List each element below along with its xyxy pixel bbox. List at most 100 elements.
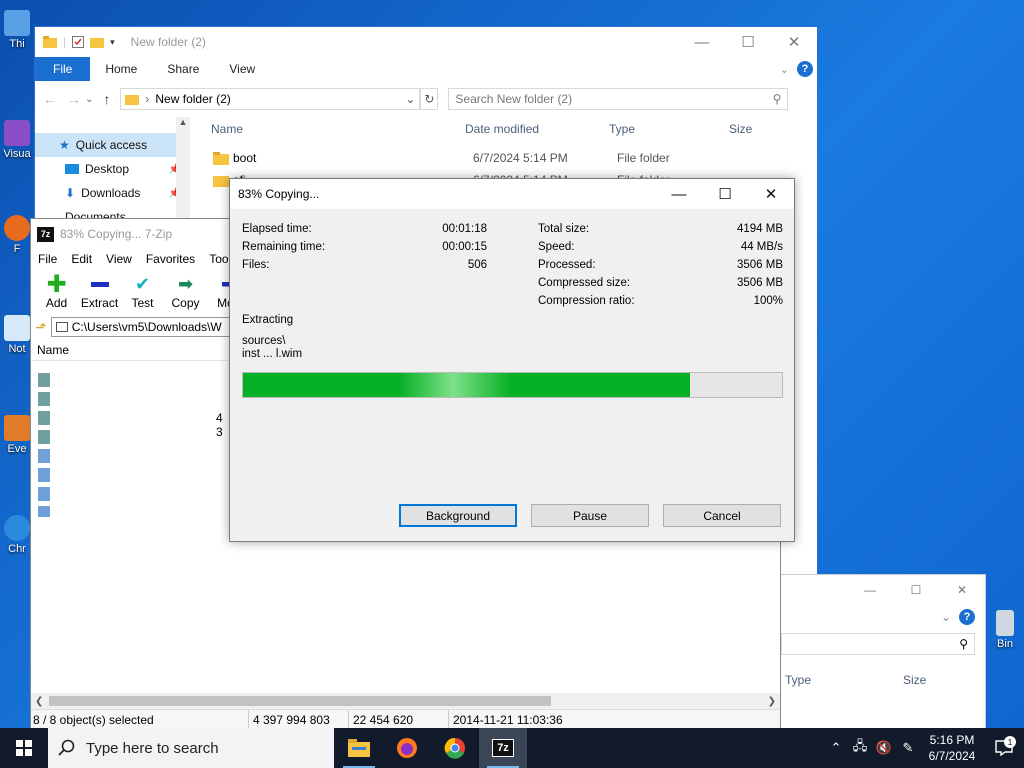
explorer2-search[interactable]: ⚲ [779,629,985,659]
desktop-icon-recycle-bin[interactable]: Bin [988,610,1022,650]
tab-view[interactable]: View [214,57,270,81]
file-icon[interactable] [38,411,50,425]
copy-button[interactable]: ➡ Copy [164,269,207,311]
quick-access-dropdown-icon[interactable]: ▾ [110,37,115,48]
notification-center-button[interactable]: 1 [984,736,1024,756]
address-bar[interactable]: › New folder (2) ⌄ [120,88,421,110]
desktop-icon-visual-studio[interactable]: Visua [0,120,34,160]
file-icon[interactable] [38,468,50,482]
close-icon[interactable]: ✕ [748,179,794,209]
address-row: ← → ⌄ ↑ › New folder (2) ⌄ ↻ Search New … [35,81,817,117]
close-icon[interactable]: ✕ [771,27,817,57]
test-button[interactable]: ✔ Test [121,269,164,311]
desktop-icon-chrome[interactable]: Chr [0,515,34,555]
desktop-icon-firefox[interactable]: F [0,215,34,255]
column-name[interactable]: Name [37,343,69,357]
background-button[interactable]: Background [399,504,517,527]
taskbar-file-explorer[interactable] [335,728,383,768]
desktop-icon-notepad[interactable]: Not [0,315,34,355]
search-icon: ⚲ [959,637,968,651]
folder-up-icon[interactable]: ⬏ [35,319,47,336]
maximize-icon[interactable]: ☐ [702,179,748,209]
menu-edit[interactable]: Edit [64,252,99,266]
minimize-icon[interactable]: — [656,179,702,209]
column-size[interactable]: Size [903,673,926,687]
volume-muted-icon[interactable]: 🔇 [872,740,896,756]
tab-file[interactable]: File [35,57,91,81]
nav-downloads[interactable]: ⬇ Downloads 📌 [35,181,189,205]
clock[interactable]: 5:16 PM 6/7/2024 [920,732,984,764]
path-input[interactable]: C:\Users\vm5\Downloads\W [50,317,241,337]
total-size-value: 4194 MB [736,223,783,235]
column-size[interactable]: Size [729,122,752,136]
pen-icon[interactable]: ✎ [896,740,920,756]
help-icon[interactable]: ? [797,61,813,77]
plus-icon: ✚ [46,270,67,298]
properties-icon[interactable] [72,36,85,48]
desktop-icon-this-pc[interactable]: Thi [0,10,34,50]
explorer-titlebar[interactable]: | ▾ New folder (2) — ☐ ✕ [35,27,817,57]
explorer2-titlebar[interactable]: — ☐ ✕ [779,575,985,605]
expand-ribbon-icon[interactable]: ⌄ [780,63,789,76]
refresh-icon[interactable]: ↻ [420,88,439,110]
dialog-titlebar[interactable]: 83% Copying... — ☐ ✕ [230,179,794,209]
minimize-icon[interactable]: — [847,575,893,605]
tab-share[interactable]: Share [152,57,214,81]
file-icon[interactable] [38,449,50,463]
scroll-left-icon[interactable]: ❮ [35,696,43,707]
forward-icon[interactable]: → [67,91,81,107]
close-icon[interactable]: ✕ [939,575,985,605]
file-icon[interactable] [38,392,50,406]
separator: | [63,35,67,49]
taskbar-firefox[interactable] [383,728,431,768]
nav-quick-access[interactable]: ★ Quick access [35,133,189,157]
horizontal-scrollbar[interactable]: ❮ ❯ [31,693,780,709]
dialog-title: 83% Copying... [238,187,320,201]
menu-favorites[interactable]: Favorites [139,252,202,266]
help-icon[interactable]: ? [959,609,975,625]
scroll-right-icon[interactable]: ❯ [768,696,776,707]
file-icon[interactable] [38,506,50,517]
elapsed-time-value: 00:01:18 [442,223,487,235]
nav-desktop[interactable]: Desktop 📌 [35,157,189,181]
taskbar-search-input[interactable]: Type here to search [48,728,334,768]
file-list-header: Name Date modified Type Size [205,117,817,141]
menu-file[interactable]: File [31,252,64,266]
search-input[interactable]: Search New folder (2) ⚲ [448,88,789,110]
column-type[interactable]: Type [779,673,903,687]
column-name[interactable]: Name [205,122,465,136]
minimize-icon[interactable]: — [679,27,725,57]
chevron-up-icon[interactable]: ⌃ [824,740,848,756]
start-button[interactable] [0,728,48,768]
cancel-button[interactable]: Cancel [663,504,781,527]
file-row[interactable]: boot 6/7/2024 5:14 PM File folder [213,147,817,169]
explorer-window-2: — ☐ ✕ ⌄ ? ⚲ Type Size [778,574,986,728]
maximize-icon[interactable]: ☐ [893,575,939,605]
extract-button[interactable]: Extract [78,269,121,310]
desktop-icon-everything[interactable]: Eve [0,415,34,455]
system-tray: ⌃ 🖧 🔇 ✎ 5:16 PM 6/7/2024 1 [824,728,1024,768]
menu-view[interactable]: View [99,252,139,266]
column-date-modified[interactable]: Date modified [465,122,609,136]
up-icon[interactable]: ↑ [103,91,110,107]
file-icon[interactable] [38,430,50,444]
scroll-up-icon[interactable]: ▲ [176,117,190,127]
taskbar-7zip[interactable]: 7z [479,728,527,768]
column-type[interactable]: Type [609,122,729,136]
add-button[interactable]: ✚ Add [35,269,78,311]
taskbar-chrome[interactable] [431,728,479,768]
file-icon[interactable] [38,373,50,387]
chevron-down-icon[interactable]: ⌄ [405,92,415,106]
scrollbar-thumb[interactable] [49,696,551,706]
maximize-icon[interactable]: ☐ [725,27,771,57]
network-icon[interactable]: 🖧 [848,737,872,759]
search-input[interactable]: ⚲ [781,633,975,655]
recent-dropdown-icon[interactable]: ⌄ [85,94,93,105]
tab-home[interactable]: Home [90,57,152,81]
expand-ribbon-icon[interactable]: ⌄ [941,610,951,624]
new-folder-icon[interactable] [90,36,105,48]
file-icon[interactable] [38,487,50,501]
arrow-right-icon: ➡ [177,273,194,294]
back-icon[interactable]: ← [43,91,57,107]
pause-button[interactable]: Pause [531,504,649,527]
